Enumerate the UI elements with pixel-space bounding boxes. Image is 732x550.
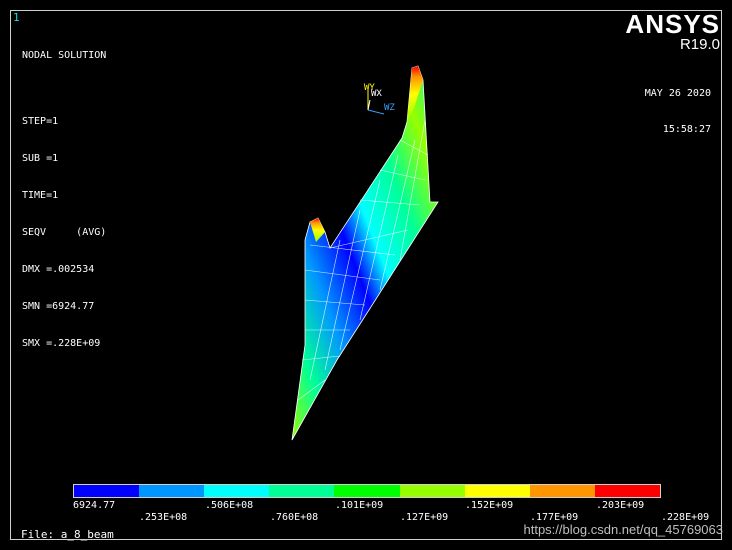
beam-mesh xyxy=(291,65,439,441)
window-number: 1 xyxy=(13,11,20,24)
legend-label-top-3: .101E+09 xyxy=(335,500,384,511)
seqv-label: SEQV (AVG) xyxy=(22,227,107,238)
legend-label-bottom-3: .127E+09 xyxy=(400,512,449,523)
watermark-url: https://blog.csdn.net/qq_45769063 xyxy=(523,522,724,537)
step-value: STEP=1 xyxy=(22,116,59,127)
dmx-value: DMX =.002534 xyxy=(22,264,95,275)
smn-value: SMN =6924.77 xyxy=(22,301,95,312)
legend-band xyxy=(204,485,270,497)
legend-band xyxy=(74,485,140,497)
contour-model xyxy=(291,65,439,441)
ansys-version: R19.0 xyxy=(679,36,720,53)
legend-label-top-5: .203E+09 xyxy=(596,500,645,511)
file-label: File: a_8_beam xyxy=(21,528,114,541)
sub-value: SUB =1 xyxy=(22,153,59,164)
legend-label-top-1: 6924.77 xyxy=(73,500,116,511)
legend-band xyxy=(269,485,335,497)
solution-title: NODAL SOLUTION xyxy=(22,50,107,61)
legend-label-bottom-1: .253E+08 xyxy=(139,512,188,523)
legend-band xyxy=(594,485,660,497)
legend-label-bottom-2: .760E+08 xyxy=(270,512,319,523)
legend-band xyxy=(464,485,530,497)
time-label: 15:58:27 xyxy=(662,124,711,135)
date-label: MAY 26 2020 xyxy=(644,88,711,99)
date-time: MAY 26 2020 15:58:27 xyxy=(645,66,711,149)
legend-label-top-4: .152E+09 xyxy=(465,500,514,511)
legend-band xyxy=(529,485,595,497)
time-value: TIME=1 xyxy=(22,190,59,201)
solution-info: NODAL SOLUTION STEP=1 SUB =1 TIME=1 SEQV… xyxy=(22,28,106,364)
legend-band xyxy=(399,485,465,497)
legend-band xyxy=(334,485,400,497)
ansys-brand: ANSYS R19.0 xyxy=(625,11,720,53)
ansys-logo: ANSYS xyxy=(625,9,720,39)
color-legend xyxy=(73,484,661,498)
legend-band xyxy=(139,485,205,497)
smx-value: SMX =.228E+09 xyxy=(22,338,101,349)
legend-label-top-2: .506E+08 xyxy=(205,500,254,511)
